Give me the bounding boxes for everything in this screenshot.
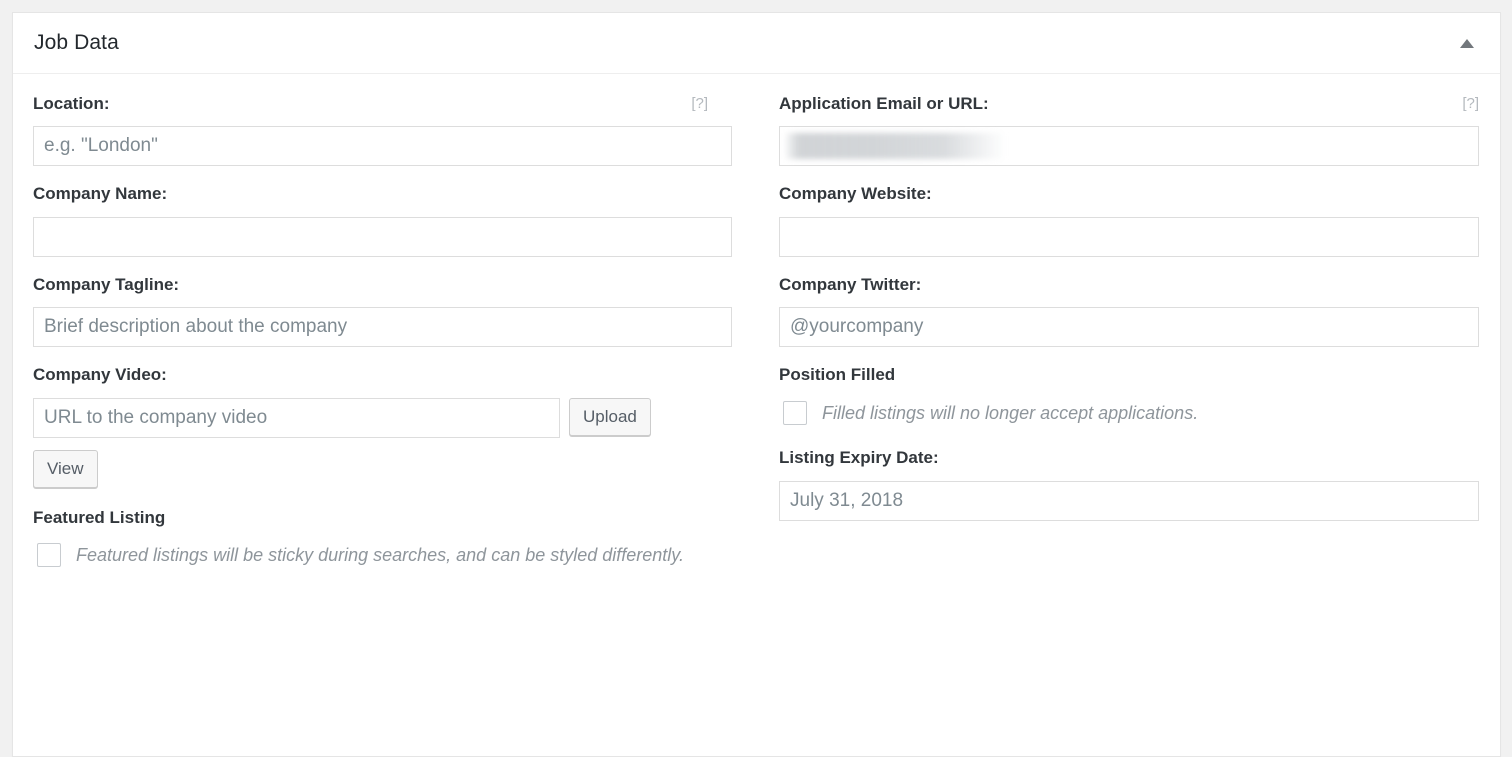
panel-collapse-toggle[interactable]	[1452, 28, 1482, 58]
page-title: Job Data	[34, 31, 119, 55]
form-column-left: Location: [?] Company Name: Company Tagl…	[33, 94, 756, 589]
listing-expiry-input[interactable]	[779, 480, 1479, 521]
location-help-icon[interactable]: [?]	[691, 95, 708, 113]
job-data-panel: Job Data Location: [?] Company Name: Com…	[12, 12, 1501, 757]
featured-listing-row: Featured listings will be sticky during …	[33, 540, 732, 571]
location-label: Location:	[33, 94, 110, 113]
featured-listing-description: Featured listings will be sticky during …	[76, 544, 684, 565]
panel-header[interactable]: Job Data	[13, 13, 1500, 74]
upload-button[interactable]: Upload	[569, 397, 651, 436]
company-website-input[interactable]	[779, 216, 1479, 257]
company-website-label: Company Website:	[779, 184, 932, 204]
position-filled-description: Filled listings will no longer accept ap…	[822, 402, 1199, 423]
view-button[interactable]: View	[33, 449, 98, 488]
position-filled-label: Position Filled	[779, 365, 896, 385]
field-company-twitter: Company Twitter:	[779, 274, 1479, 348]
field-listing-expiry: Listing Expiry Date:	[779, 448, 1479, 521]
featured-listing-checkbox[interactable]	[37, 542, 61, 567]
featured-listing-label: Featured Listing	[33, 507, 166, 527]
form-column-right: Application Email or URL: [?] Company We…	[756, 94, 1479, 589]
company-tagline-label: Company Tagline:	[33, 274, 180, 294]
application-help-icon[interactable]: [?]	[1462, 95, 1479, 113]
field-company-website: Company Website:	[779, 184, 1479, 257]
field-position-filled: Position Filled Filled listings will no …	[779, 365, 1479, 428]
field-application: Application Email or URL: [?]	[779, 94, 1479, 167]
field-location: Location: [?]	[33, 94, 732, 167]
field-company-name: Company Name:	[33, 184, 732, 257]
position-filled-checkbox[interactable]	[783, 400, 807, 425]
application-label: Application Email or URL:	[779, 94, 989, 113]
company-tagline-input[interactable]	[33, 307, 732, 348]
company-twitter-input[interactable]	[779, 307, 1479, 348]
company-video-row: Upload	[33, 397, 732, 438]
caret-up-icon	[1460, 38, 1474, 48]
panel-body: Location: [?] Company Name: Company Tagl…	[13, 74, 1500, 589]
company-name-label: Company Name:	[33, 184, 168, 204]
company-video-input[interactable]	[33, 397, 560, 438]
location-input[interactable]	[33, 126, 732, 167]
field-featured-listing: Featured Listing Featured listings will …	[33, 508, 732, 571]
position-filled-row: Filled listings will no longer accept ap…	[779, 398, 1479, 429]
field-company-video: Company Video: Upload View	[33, 365, 732, 488]
listing-expiry-label: Listing Expiry Date:	[779, 448, 939, 468]
field-company-tagline: Company Tagline:	[33, 274, 732, 348]
application-input[interactable]	[779, 126, 1479, 167]
application-input-wrap	[779, 126, 1479, 167]
job-data-form: Location: [?] Company Name: Company Tagl…	[33, 94, 1480, 589]
company-name-input[interactable]	[33, 216, 732, 257]
company-video-label: Company Video:	[33, 365, 167, 385]
company-twitter-label: Company Twitter:	[779, 274, 922, 294]
